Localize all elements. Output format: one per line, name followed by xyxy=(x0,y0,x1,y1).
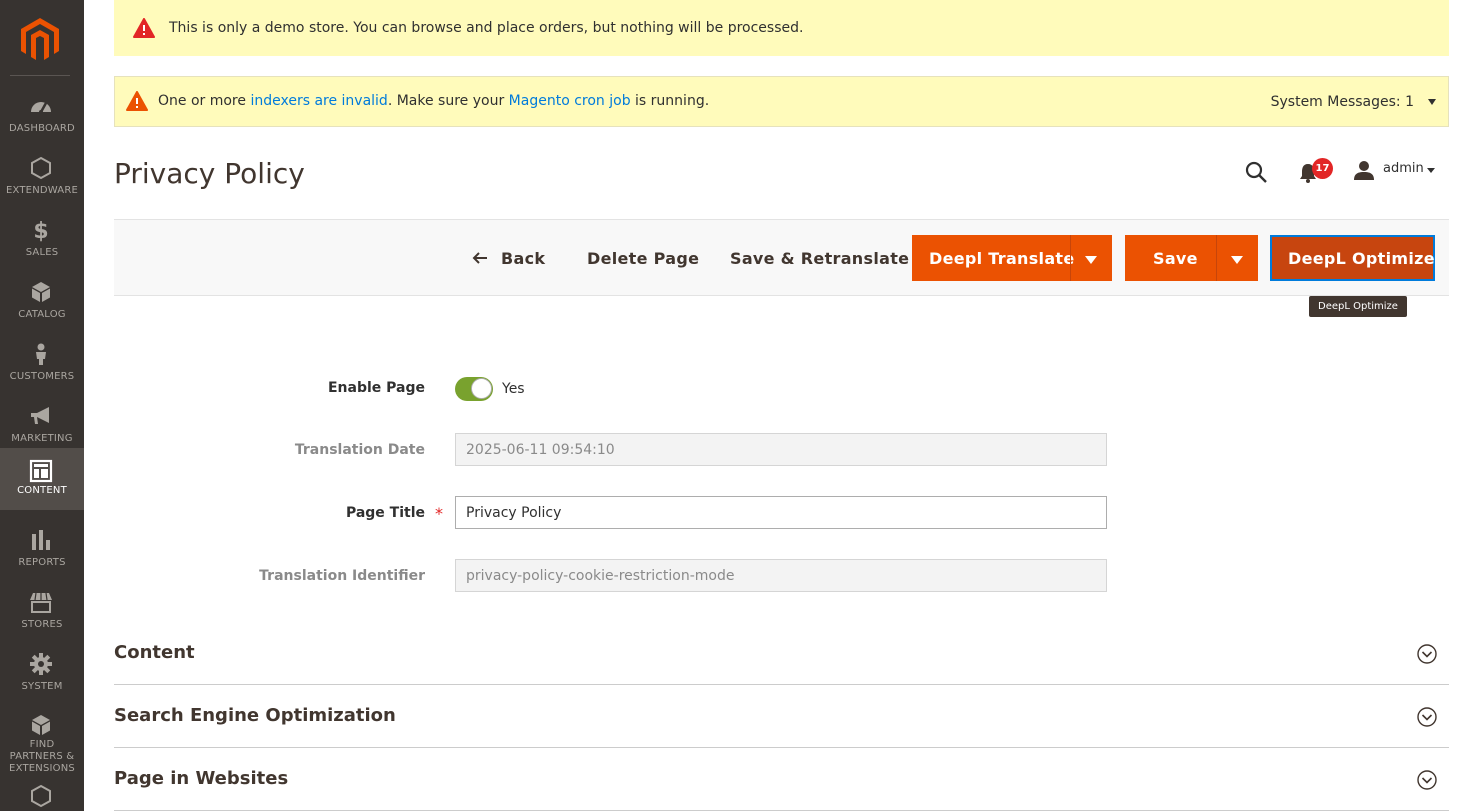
enable-page-label: Enable Page xyxy=(327,380,425,396)
section-title: Page in Websites xyxy=(114,768,289,789)
translation-date-label: Translation Date xyxy=(294,442,425,458)
notice-text-part: is running. xyxy=(630,93,710,109)
demo-store-notice: This is only a demo store. You can brows… xyxy=(114,0,1449,56)
sidebar-item-label: CONTENT xyxy=(17,485,67,496)
notice-text-part: . Make sure your xyxy=(387,93,509,109)
sidebar-item-label: EXTENDWARE xyxy=(5,185,79,196)
section-content[interactable]: Content xyxy=(114,622,1449,685)
sidebar-item-label: SYSTEM xyxy=(21,681,63,692)
save-button[interactable]: Save xyxy=(1153,249,1198,268)
page-title-label: Page Title xyxy=(345,505,425,521)
sidebar-item-system[interactable]: SYSTEM xyxy=(0,644,84,706)
megaphone-icon xyxy=(31,407,49,424)
svg-text:$: $ xyxy=(33,219,48,242)
cron-job-link[interactable]: Magento cron job xyxy=(509,93,631,109)
sidebar-item-label: REPORTS xyxy=(18,557,66,568)
notification-count-badge[interactable]: 17 xyxy=(1312,158,1333,179)
user-icon[interactable] xyxy=(1354,160,1374,180)
page-title: Privacy Policy xyxy=(114,157,305,190)
save-retranslate-button[interactable]: Save & Retranslate xyxy=(730,249,909,268)
page-actions-toolbar: Back Delete Page Save & Retranslate Deep… xyxy=(114,219,1449,296)
sidebar-item-label: CUSTOMERS xyxy=(9,371,75,382)
person-icon xyxy=(36,343,46,365)
sidebar-item-sales[interactable]: $ SALES xyxy=(0,210,84,272)
notice-text-part: One or more xyxy=(158,93,251,109)
sidebar-item-content[interactable]: CONTENT xyxy=(0,448,84,510)
sidebar-item-label: STORES xyxy=(21,619,63,630)
sidebar-item-stores[interactable]: STORES xyxy=(0,582,84,644)
sidebar-item-label: FIND PARTNERS & EXTENSIONS xyxy=(9,739,75,774)
warning-icon xyxy=(126,91,148,111)
dollar-icon: $ xyxy=(33,219,48,242)
chevron-down-circle-icon[interactable] xyxy=(1417,707,1437,727)
admin-user-menu[interactable]: admin xyxy=(1383,161,1424,176)
system-messages-toggle[interactable]: System Messages: 1 xyxy=(1271,94,1414,110)
delete-page-button[interactable]: Delete Page xyxy=(587,249,699,268)
save-split-button: Save xyxy=(1125,235,1258,281)
blocks-icon xyxy=(32,715,50,735)
layout-icon xyxy=(29,459,53,483)
sidebar-divider xyxy=(10,75,70,76)
gear-icon xyxy=(30,653,52,675)
admin-sidebar: DASHBOARD EXTENDWARE $ SALES CATALOG CUS… xyxy=(0,0,84,811)
sidebar-item-more[interactable] xyxy=(0,778,84,811)
chevron-down-circle-icon[interactable] xyxy=(1417,770,1437,790)
deepl-optimize-tooltip: DeepL Optimize xyxy=(1309,296,1407,317)
translation-identifier-field: privacy-policy-cookie-restriction-mode xyxy=(455,559,1107,592)
sidebar-item-label: MARKETING xyxy=(11,433,73,444)
indexer-notice-text: One or more indexers are invalid. Make s… xyxy=(158,93,709,109)
chevron-down-icon[interactable] xyxy=(1427,168,1435,173)
deepl-translate-split-button: Deepl Translate xyxy=(912,235,1112,281)
sidebar-item-label: SALES xyxy=(25,247,59,258)
arrow-left-icon[interactable] xyxy=(472,250,488,266)
translation-identifier-label: Translation Identifier xyxy=(259,568,425,584)
toggle-knob xyxy=(471,378,492,399)
box-icon xyxy=(32,282,50,302)
chevron-down-circle-icon[interactable] xyxy=(1417,644,1437,664)
required-mark: * xyxy=(435,504,443,523)
demo-notice-text: This is only a demo store. You can brows… xyxy=(169,20,804,36)
dashboard-icon xyxy=(31,102,51,114)
magento-logo-icon[interactable] xyxy=(21,18,59,62)
chevron-down-icon[interactable] xyxy=(1428,99,1436,105)
back-button[interactable]: Back xyxy=(501,249,545,268)
store-icon xyxy=(30,592,52,613)
sidebar-item-reports[interactable]: REPORTS xyxy=(0,520,84,582)
section-search-engine-optimization[interactable]: Search Engine Optimization xyxy=(114,685,1449,748)
chevron-down-icon[interactable] xyxy=(1231,256,1243,264)
warning-icon xyxy=(133,18,155,38)
button-divider xyxy=(1070,235,1071,281)
admin-page: DASHBOARD EXTENDWARE $ SALES CATALOG CUS… xyxy=(0,0,1478,811)
deepl-optimize-label: DeepL Optimize xyxy=(1288,249,1435,268)
chevron-down-icon[interactable] xyxy=(1085,256,1097,264)
section-title: Search Engine Optimization xyxy=(114,705,396,726)
enable-page-value: Yes xyxy=(502,381,525,397)
sidebar-item-catalog[interactable]: CATALOG xyxy=(0,272,84,334)
sidebar-item-dashboard[interactable]: DASHBOARD xyxy=(0,86,84,148)
deepl-translate-button[interactable]: Deepl Translate xyxy=(929,249,1075,268)
section-page-in-websites[interactable]: Page in Websites xyxy=(114,748,1449,811)
indexers-invalid-link[interactable]: indexers are invalid xyxy=(250,93,387,109)
bar-chart-icon xyxy=(32,530,50,550)
page-title-input[interactable]: Privacy Policy xyxy=(455,496,1107,529)
sidebar-item-label: DASHBOARD xyxy=(9,123,75,134)
deepl-optimize-button[interactable]: DeepL Optimize xyxy=(1270,235,1435,281)
enable-page-toggle[interactable] xyxy=(455,377,493,401)
search-icon[interactable] xyxy=(1244,160,1268,184)
hexagon-icon xyxy=(31,784,51,808)
system-message-notice: One or more indexers are invalid. Make s… xyxy=(114,76,1449,127)
section-title: Content xyxy=(114,642,195,663)
sidebar-item-label: CATALOG xyxy=(18,309,66,320)
hexagon-icon xyxy=(31,156,51,180)
sidebar-item-extendware[interactable]: EXTENDWARE xyxy=(0,148,84,210)
sidebar-item-customers[interactable]: CUSTOMERS xyxy=(0,334,84,396)
sidebar-item-find-partners[interactable]: FIND PARTNERS & EXTENSIONS xyxy=(0,706,84,774)
translation-date-field: 2025-06-11 09:54:10 xyxy=(455,433,1107,466)
button-divider xyxy=(1216,235,1217,281)
